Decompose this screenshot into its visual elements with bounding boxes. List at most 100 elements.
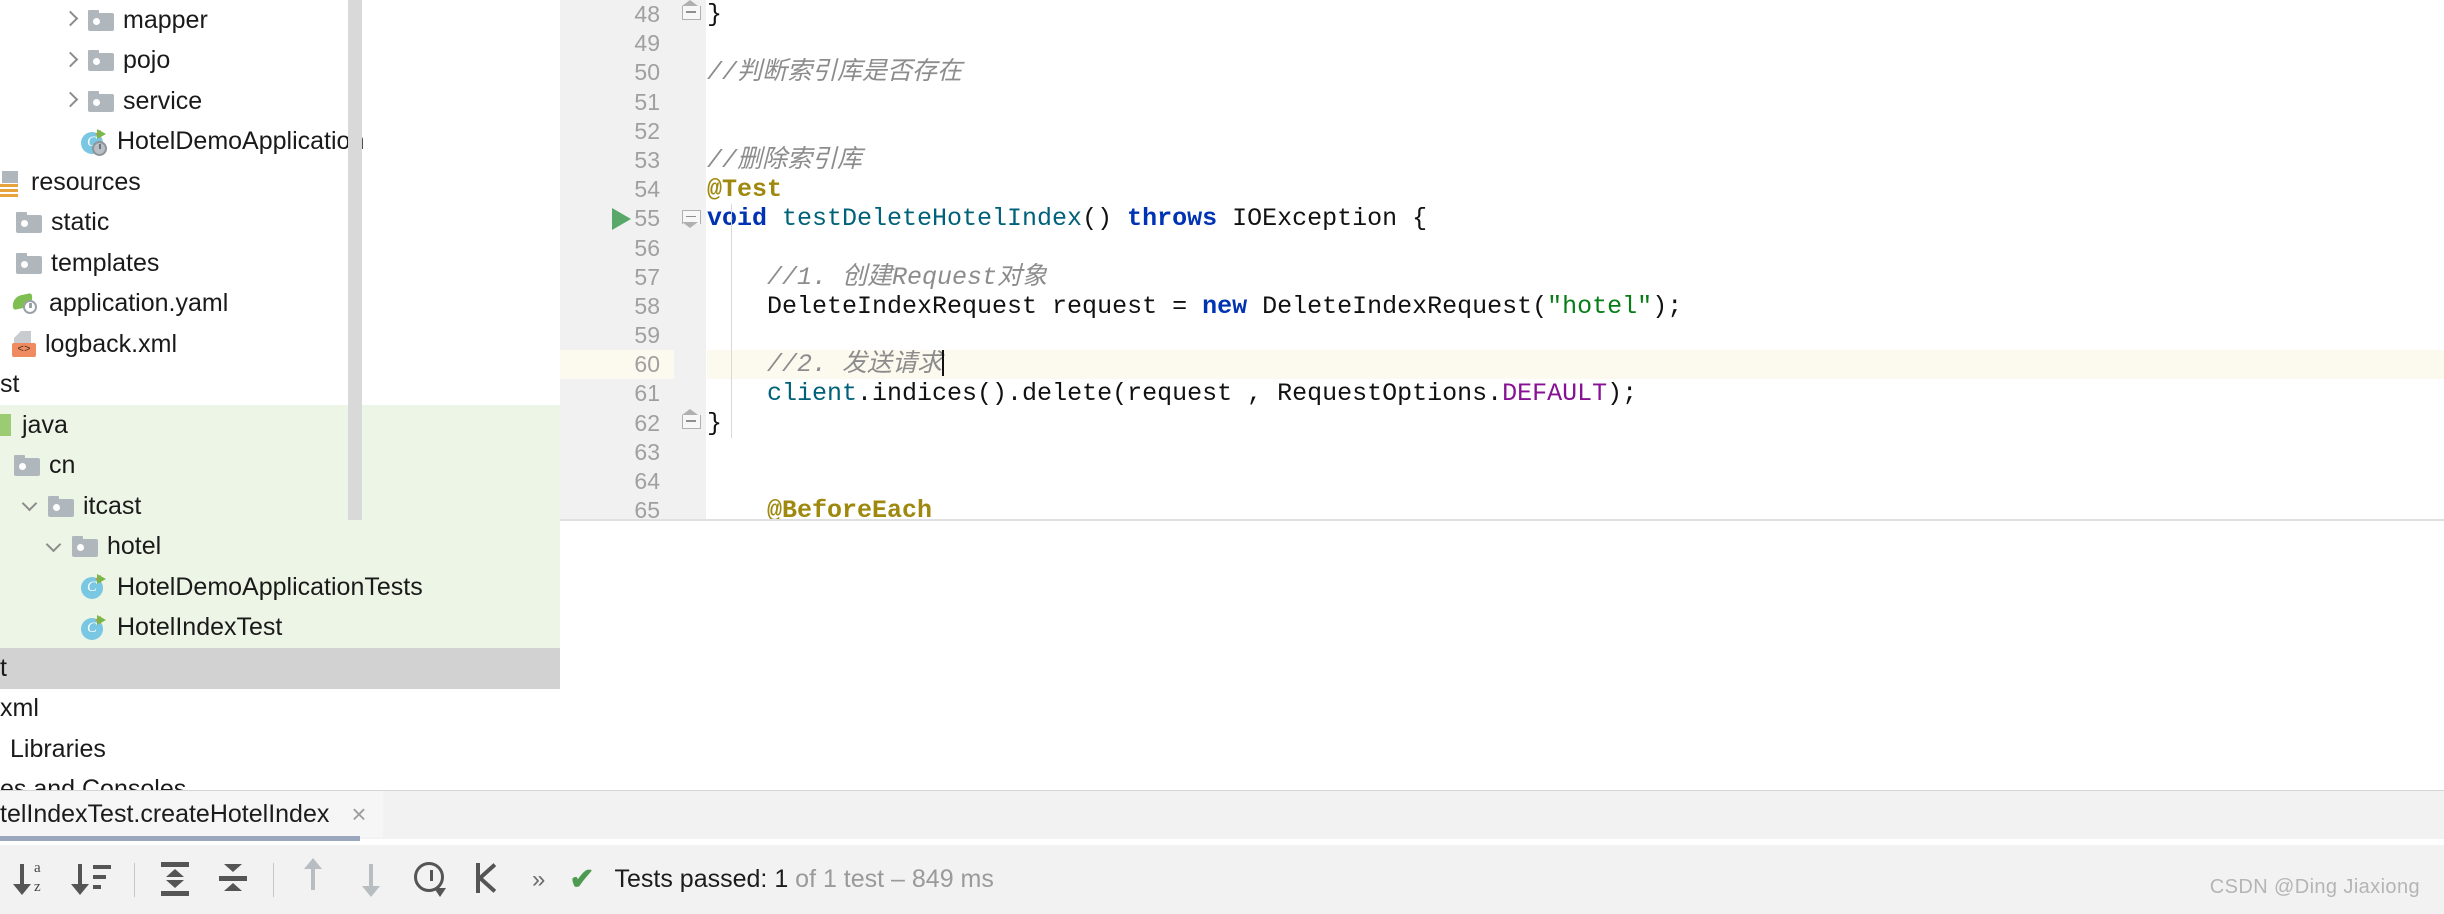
tests-passed-status: Tests passed: 1 of 1 test – 849 ms [615,865,994,894]
code-line[interactable] [707,29,2444,58]
expand-all-icon[interactable] [153,858,197,902]
tree-item-cn[interactable]: cn [0,445,560,486]
line-number: 56 [634,234,660,261]
fold-slot [674,379,706,408]
spring-yaml-icon [10,291,40,316]
line-number: 62 [634,409,660,436]
code-line[interactable]: //删除索引库 [707,146,2444,175]
resources-root-icon [0,171,22,198]
close-icon[interactable]: × [351,801,366,827]
arrow-up-icon[interactable] [292,857,336,902]
code-line[interactable]: void testDeleteHotelIndex() throws IOExc… [707,204,2444,233]
code-line[interactable] [707,117,2444,146]
code-text-area[interactable]: } //判断索引库是否存在 //删除索引库 @Test void testDeleteH… [707,0,2444,525]
code-line[interactable]: //2. 发送请求 [707,350,2444,380]
run-tab-strip: telIndexTest.createHotelIndex × [0,790,2444,841]
tree-item-hoteldemoapplicationtests[interactable]: C HotelDemoApplicationTests [0,567,560,608]
tree-item-hoteldemoapplication[interactable]: C HotelDemoApplication [0,122,560,163]
fold-slot [674,350,706,379]
tree-item-xml[interactable]: xml [0,689,560,730]
collapse-all-icon[interactable] [211,858,255,902]
tree-item-st[interactable]: st [0,365,560,406]
tree-item-logback-xml[interactable]: <> logback.xml [0,324,560,365]
chevron-down-icon[interactable] [44,536,66,558]
folder-icon [14,455,40,477]
sort-duration-icon[interactable] [71,858,116,902]
code-line[interactable]: //判断索引库是否存在 [707,58,2444,87]
sort-az-icon[interactable]: az [13,858,58,902]
tree-item-application-yaml[interactable]: application.yaml [0,284,560,325]
fold-marker-icon[interactable] [682,210,701,229]
code-line[interactable] [707,438,2444,467]
folder-icon [88,50,114,72]
tree-item-pojo[interactable]: pojo [0,41,560,82]
code-token: //判断索引库是否存在 [707,58,963,88]
tree-item-service[interactable]: service [0,81,560,122]
arrow-down-icon[interactable] [350,858,394,902]
code-token: DEFAULT [1502,379,1608,409]
ide-window: mapper pojo service C HotelDemoApplication re… [0,0,2444,914]
chevron-down-icon[interactable] [20,495,42,517]
code-token: ); [1607,379,1638,409]
code-token: DeleteIndexRequest( [1262,291,1548,321]
run-test-gutter-icon[interactable] [612,208,631,231]
tree-item-hotel[interactable]: hotel [0,526,560,567]
tree-item-templates[interactable]: templates [0,243,560,284]
chevron-right-icon[interactable] [60,90,82,112]
code-line[interactable]: //1. 创建Request对象 [707,263,2444,292]
run-configuration-tab[interactable]: telIndexTest.createHotelIndex × [0,791,383,837]
code-line[interactable]: } [707,0,2444,29]
code-line[interactable] [707,88,2444,117]
folder-icon [16,252,42,274]
folder-icon [72,536,98,558]
code-token: DeleteIndexRequest request = [707,291,1203,321]
code-token: client [707,379,858,409]
code-folding-gutter[interactable] [612,0,706,520]
fold-slot [674,408,706,438]
tree-item-t[interactable]: t [0,648,560,689]
tree-item-label: templates [51,248,160,277]
fold-marker-icon[interactable] [682,408,701,432]
chevron-right-icon[interactable] [60,50,82,72]
code-line[interactable]: @Test [707,175,2444,204]
tree-item-itcast[interactable]: itcast [0,486,560,527]
chevron-double-right-icon[interactable]: » [532,866,545,894]
folder-icon [48,495,74,517]
tree-item-libraries[interactable]: Libraries [0,729,560,770]
code-line[interactable]: } [707,409,2444,438]
code-line[interactable] [707,467,2444,496]
tree-item-mapper[interactable]: mapper [0,0,560,41]
code-line[interactable]: DeleteIndexRequest request = new DeleteI… [707,292,2444,321]
tree-item-label: HotelDemoApplication [117,127,365,156]
scroll-to-source-icon[interactable] [466,858,510,902]
tree-item-es-and-consoles[interactable]: es and Consoles [0,770,560,790]
indent-guide [731,204,732,438]
line-number: 54 [634,176,660,203]
project-tree[interactable]: mapper pojo service C HotelDemoApplication re… [0,0,560,790]
code-line[interactable]: client.indices().delete(request , Reques… [707,379,2444,408]
code-token: //1. 创建Request对象 [707,262,1048,292]
code-line[interactable] [707,321,2444,350]
code-line[interactable] [707,234,2444,263]
tree-item-label: hotel [107,532,162,561]
tree-item-label: logback.xml [45,329,177,358]
tree-editor-splitter[interactable] [348,0,362,520]
clock-icon[interactable] [408,858,452,902]
tree-item-label: service [123,86,203,115]
fold-slot [674,292,706,321]
tree-item-static[interactable]: static [0,203,560,244]
chevron-right-icon[interactable] [60,9,82,31]
tree-item-resources[interactable]: resources [0,162,560,203]
code-editor[interactable]: 48 49 50 51 52 53 54 55 56 57 58 59 60 61 62 63 64 65 }//… [560,0,2444,525]
tree-item-java[interactable]: java [0,405,560,446]
fold-marker-icon[interactable] [682,0,701,23]
line-number: 53 [634,146,660,173]
tree-item-label: resources [31,167,141,196]
tree-item-hotelindextest[interactable]: C HotelIndexTest [0,607,560,648]
